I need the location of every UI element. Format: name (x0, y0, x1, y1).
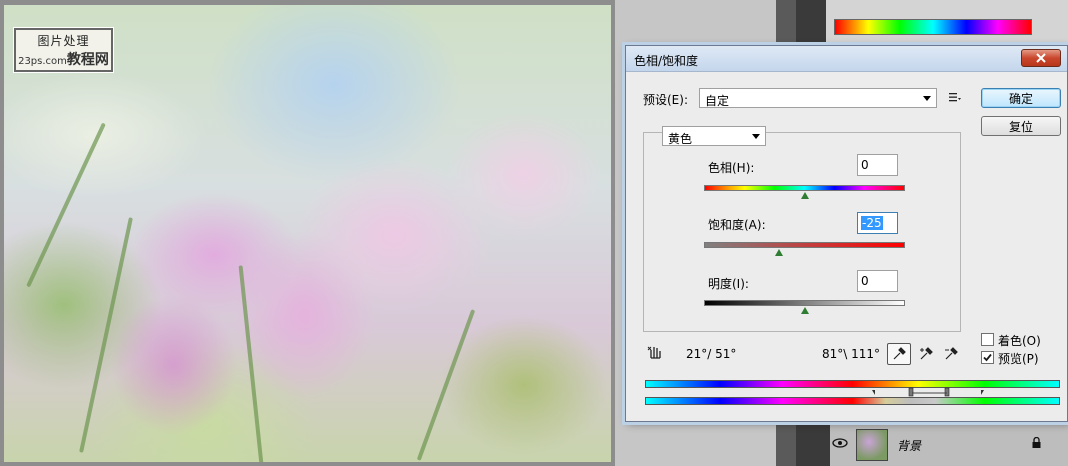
lightness-track[interactable] (704, 300, 905, 306)
hue-input[interactable]: 0 (857, 154, 898, 176)
flower-photo (4, 5, 611, 462)
hue-slider-thumb[interactable] (800, 192, 809, 199)
watermark-line1: 图片处理 (37, 33, 90, 48)
chevron-down-icon (923, 96, 931, 101)
eye-icon[interactable] (832, 436, 848, 450)
eyedropper-plus-button[interactable] (915, 343, 939, 365)
targeted-adjustment-hand-icon[interactable] (646, 343, 664, 361)
dialog-titlebar[interactable]: 色相/饱和度 (626, 46, 1067, 72)
eyedropper-minus-button[interactable] (940, 343, 964, 365)
colorize-label: 着色(O) (998, 334, 1041, 348)
watermark-site: 23ps.com (18, 55, 67, 67)
saturation-track[interactable] (704, 242, 905, 248)
range-marker-inner-left[interactable] (908, 387, 914, 397)
range-right-text: 81°\ 111° (822, 347, 881, 361)
preview-label: 预览(P) (998, 352, 1039, 366)
dialog-title: 色相/饱和度 (634, 54, 699, 68)
lightness-label: 明度(I): (708, 277, 749, 291)
output-color-bar (645, 397, 1060, 405)
close-icon (1036, 53, 1046, 63)
watermark-brand: 教程网 (66, 51, 109, 68)
checkmark-icon (983, 353, 992, 362)
preset-select[interactable]: 自定 (699, 88, 937, 108)
lock-icon (1032, 437, 1041, 448)
hue-label: 色相(H): (708, 161, 755, 175)
color-spectrum[interactable] (834, 19, 1032, 35)
lightness-value: 0 (861, 274, 869, 288)
photo-stem (416, 309, 476, 461)
range-marker-inner-right[interactable] (944, 387, 950, 397)
eyedropper-minus-icon (945, 347, 958, 360)
preset-options-icon[interactable] (948, 90, 962, 104)
preset-value: 自定 (705, 94, 730, 108)
eyedropper-button[interactable] (887, 343, 911, 365)
photo-stem (79, 217, 133, 453)
eyedropper-plus-icon (920, 347, 933, 360)
hue-value: 0 (861, 158, 869, 172)
layer-name: 背景 (897, 439, 922, 453)
eyedropper-icon (893, 347, 906, 360)
watermark-line2: 23ps.com教程网 (18, 49, 109, 69)
colorize-checkbox[interactable] (981, 333, 994, 346)
range-marker-outer-left[interactable] (872, 390, 875, 395)
close-button[interactable] (1021, 49, 1061, 67)
watermark-logo: 图片处理 23ps.com教程网 (13, 27, 114, 73)
preset-label: 预设(E): (643, 93, 688, 107)
saturation-input[interactable]: -25 (857, 212, 898, 234)
chevron-down-icon (752, 134, 760, 139)
ok-button[interactable]: 确定 (981, 88, 1061, 108)
hue-saturation-dialog: 色相/饱和度 预设(E): 自定 确定 复位 黄色 色相(H): 0 饱和度(A… (625, 45, 1068, 422)
lightness-slider-thumb[interactable] (800, 307, 809, 314)
reset-button[interactable]: 复位 (981, 116, 1061, 136)
range-marker-outer-right[interactable] (981, 390, 984, 395)
layer-thumbnail (856, 429, 888, 461)
saturation-slider-thumb[interactable] (775, 249, 784, 256)
channel-value: 黄色 (668, 132, 693, 146)
photo-stem (238, 265, 264, 462)
saturation-label: 饱和度(A): (708, 218, 766, 232)
image-canvas[interactable]: 图片处理 23ps.com教程网 (0, 0, 615, 466)
hue-track[interactable] (704, 185, 905, 191)
preview-checkbox[interactable] (981, 351, 994, 364)
input-color-bar (645, 380, 1060, 388)
range-left-text: 21°/ 51° (686, 347, 737, 361)
lightness-input[interactable]: 0 (857, 270, 898, 292)
photo-stem (26, 122, 106, 288)
channel-select[interactable]: 黄色 (662, 126, 766, 146)
saturation-value: -25 (861, 216, 883, 230)
